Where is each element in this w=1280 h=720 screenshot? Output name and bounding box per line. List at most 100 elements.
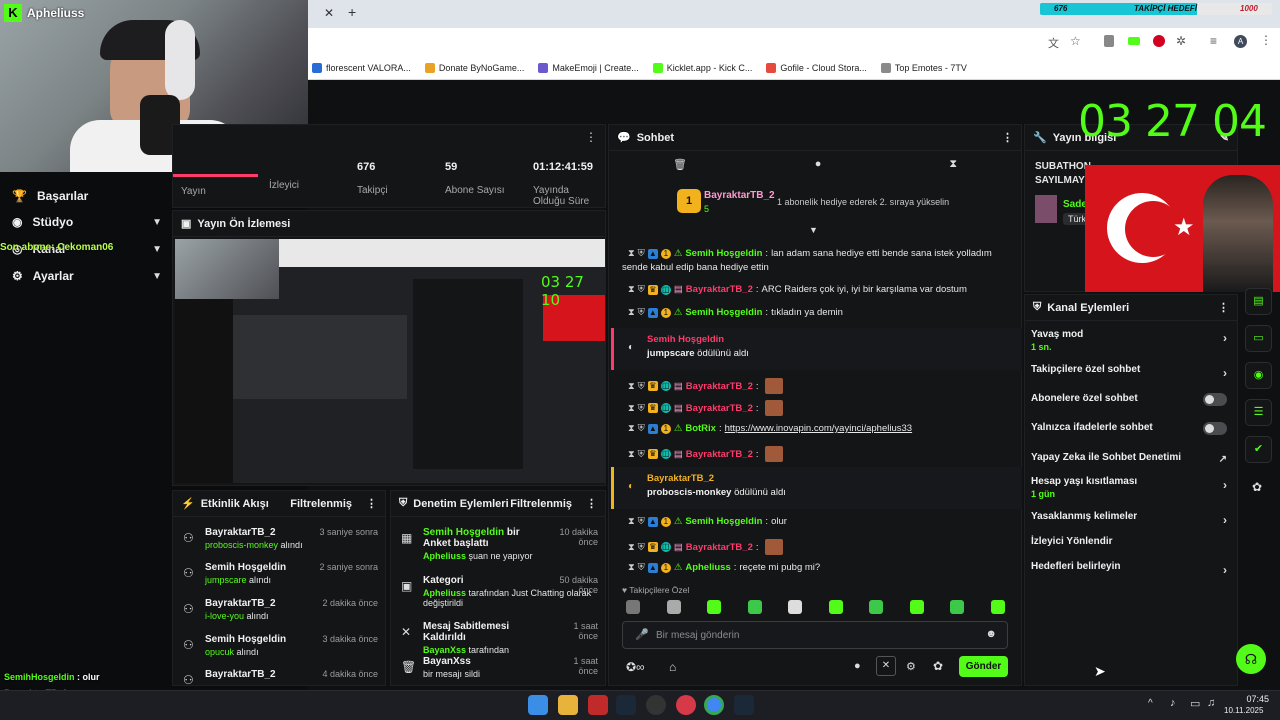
support-headset-icon[interactable]: ☊ <box>1236 644 1266 674</box>
menu-dots-icon[interactable]: ⋮ <box>585 130 597 144</box>
preview-video[interactable]: 03 27 10 <box>175 239 605 483</box>
bookmark-star-icon[interactable]: ☆ <box>1070 34 1081 48</box>
channel-action-item[interactable]: Yavaş mod 1 sn. › <box>1031 329 1227 352</box>
media-icon[interactable]: ≡ <box>1210 34 1217 48</box>
chat-username[interactable]: BayraktarTB_2 <box>686 542 753 553</box>
menu-dots-icon[interactable]: ⋮ <box>366 497 377 510</box>
emote-image[interactable] <box>869 600 883 614</box>
mic-icon[interactable]: 🎤 <box>635 628 649 641</box>
store-icon[interactable]: ⌂ <box>669 660 676 674</box>
chat-input-box[interactable]: 🎤 Bir mesaj gönderin ☻ <box>622 621 1008 649</box>
mute-mic-icon[interactable]: ✕ <box>876 656 896 676</box>
broadcast-icon[interactable]: ◉ <box>1245 362 1272 389</box>
extensions-icon[interactable]: ✲ <box>1176 34 1186 48</box>
emote-image[interactable] <box>626 600 640 614</box>
emote-image[interactable] <box>990 600 1005 614</box>
channel-action-item[interactable]: İzleyici Yönlendir <box>1031 536 1227 547</box>
moderation-filter[interactable]: Filtrelenmiş <box>510 498 572 510</box>
riot-icon[interactable] <box>676 695 696 715</box>
emoji-icon[interactable]: ☻ <box>985 628 997 640</box>
chat-username[interactable]: BayraktarTB_2 <box>686 403 753 414</box>
shield-icon[interactable] <box>1104 35 1114 47</box>
chat-username[interactable]: BayraktarTB_2 <box>686 449 753 460</box>
emote-image[interactable] <box>950 600 964 614</box>
mod-action-icon[interactable]: ⛨ <box>638 516 645 527</box>
nav-item-settings[interactable]: ⚙ Ayarlar ▼ <box>12 269 162 283</box>
menu-dots-icon[interactable]: ⋮ <box>1260 33 1272 47</box>
bookmark-item[interactable]: Donate ByNoGame... <box>424 62 524 73</box>
chat-username[interactable]: Semih Hoşgeldin <box>685 307 762 318</box>
toggle-switch[interactable] <box>1203 393 1227 406</box>
opera-icon[interactable] <box>1153 35 1165 47</box>
settings-gear-icon[interactable]: ✿ <box>933 659 943 673</box>
mod-action-icon[interactable]: ⛨ <box>638 542 645 553</box>
chat-username[interactable]: Semih Hoşgeldin <box>685 516 762 527</box>
kick-extension-icon[interactable] <box>1128 37 1140 45</box>
activity-filter[interactable]: Filtrelenmiş <box>290 498 352 510</box>
chat-bubble-icon[interactable]: ▭ <box>1245 325 1272 352</box>
network-icon[interactable]: ▭ <box>1190 697 1200 710</box>
bookmark-item[interactable]: MakeEmoji | Create... <box>538 62 639 73</box>
file-explorer-icon[interactable] <box>558 695 578 715</box>
mod-action-icon[interactable]: ⧗ <box>628 423 635 434</box>
emote-image[interactable] <box>666 600 681 614</box>
kick-points-icon[interactable]: ✪∞ <box>626 660 645 674</box>
chat-username[interactable]: BayraktarTB_2 <box>686 381 753 392</box>
mod-action-icon[interactable]: ⛨ <box>638 562 645 573</box>
emote-image[interactable] <box>747 600 762 614</box>
mod-action-icon[interactable]: ⧗ <box>628 381 635 392</box>
emote-image[interactable] <box>828 600 843 614</box>
profile-avatar[interactable]: A <box>1234 35 1247 48</box>
emote-image[interactable] <box>909 600 924 614</box>
chat-bubble-icon[interactable]: ● <box>854 660 861 672</box>
emote-image[interactable] <box>788 600 802 614</box>
volume-icon[interactable]: ♫ <box>1207 697 1215 709</box>
chat-username[interactable]: BotRix <box>685 423 716 434</box>
apps-icon[interactable]: ✿ <box>1252 480 1262 494</box>
mod-action-icon[interactable]: ⛨ <box>638 403 645 414</box>
mod-action-icon[interactable]: ⧗ <box>628 248 635 259</box>
mod-action-icon[interactable]: ⛨ <box>638 284 645 295</box>
new-tab-icon[interactable]: + <box>348 4 356 20</box>
chevron-down-icon[interactable]: ▼ <box>809 225 821 235</box>
mod-action-icon[interactable]: ⧗ <box>628 516 635 527</box>
windows-start-icon[interactable] <box>528 695 548 715</box>
mod-action-icon[interactable]: ⧗ <box>628 307 635 318</box>
chat-bubble-icon[interactable]: ● <box>815 158 822 170</box>
bookmark-item[interactable]: Kicklet.app - Kick C... <box>652 62 752 73</box>
chat-text[interactable]: https://www.inovapin.com/yayinci/apheliu… <box>725 423 912 434</box>
mod-action-icon[interactable]: ⧗ <box>628 562 635 573</box>
translate-icon[interactable]: 文 <box>1048 35 1059 51</box>
obs-icon[interactable] <box>646 695 666 715</box>
tray-chevron-icon[interactable]: ^ <box>1148 698 1153 709</box>
chat-username[interactable]: Apheliuss <box>685 562 730 573</box>
menu-dots-icon[interactable]: ⋮ <box>586 497 597 510</box>
send-button[interactable]: Gönder <box>959 656 1008 677</box>
steam-icon[interactable] <box>616 695 636 715</box>
queue-icon[interactable]: ☰ <box>1245 399 1272 426</box>
gear-icon[interactable]: ⚙ <box>906 660 916 673</box>
channel-action-item[interactable]: Hedefleri belirleyin › <box>1031 561 1227 577</box>
nav-item-studio[interactable]: ◉ Stüdyo ▼ <box>12 215 162 229</box>
menu-dots-icon[interactable]: ⋮ <box>1002 131 1013 144</box>
chat-username[interactable]: Semih Hoşgeldin <box>685 248 762 259</box>
mod-action-icon[interactable]: ⧗ <box>628 403 635 414</box>
mod-action-icon[interactable]: ⧗ <box>628 449 635 460</box>
channel-action-item[interactable]: Abonelere özel sohbet <box>1031 393 1227 406</box>
channel-action-item[interactable]: Takipçilere özel sohbet › <box>1031 364 1227 380</box>
mod-action-icon[interactable]: ⛨ <box>638 381 645 392</box>
channel-action-item[interactable]: Yapay Zeka ile Sohbet Denetimi ↗ <box>1031 452 1227 465</box>
chat-input-placeholder[interactable]: Bir mesaj gönderin <box>656 630 739 641</box>
mic-tray-icon[interactable]: ♪ <box>1170 697 1176 709</box>
mod-action-icon[interactable]: ⛨ <box>638 423 645 434</box>
mod-action-icon[interactable]: ⛨ <box>638 307 645 318</box>
steam-icon[interactable] <box>734 695 754 715</box>
mod-action-icon[interactable]: ⛨ <box>638 248 645 259</box>
bookmark-item[interactable]: Top Emotes - 7TV <box>880 62 967 73</box>
channel-action-item[interactable]: Hesap yaşı kısıtlaması 1 gün › <box>1031 476 1227 499</box>
nav-item-achievements[interactable]: 🏆 Başarılar <box>12 189 162 203</box>
close-tab-icon[interactable]: ✕ <box>324 6 334 20</box>
channel-action-item[interactable]: Yalnızca ifadelerle sohbet <box>1031 422 1227 435</box>
calendar-icon[interactable]: ▤ <box>1245 288 1272 315</box>
mod-action-icon[interactable]: ⧗ <box>628 542 635 553</box>
